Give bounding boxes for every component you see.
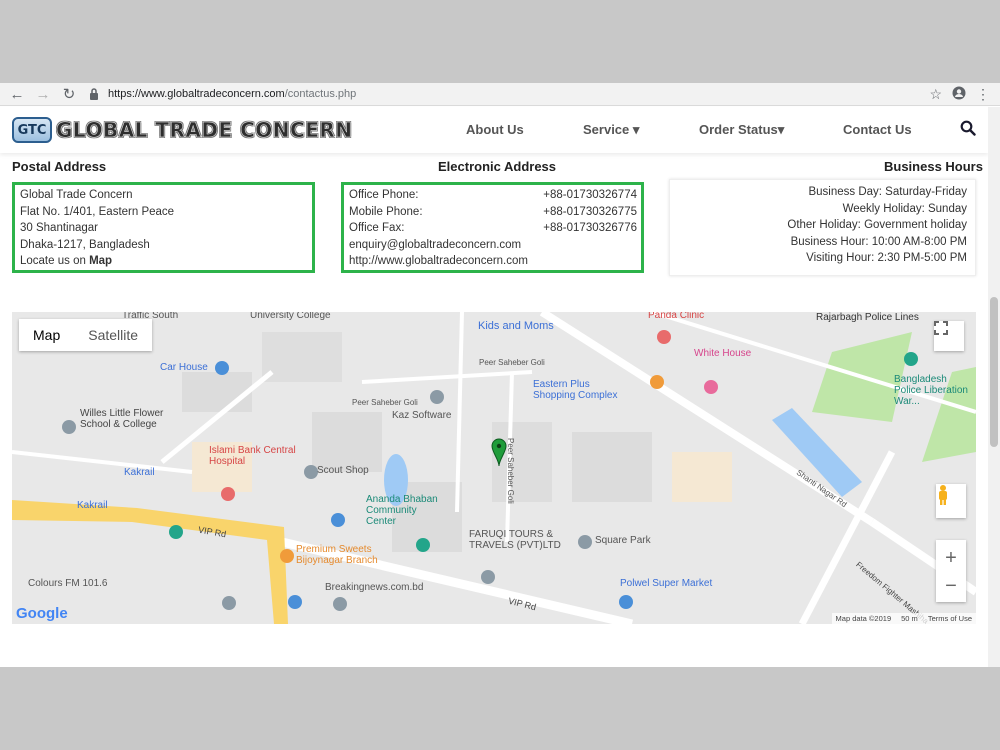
map-scale: 50 m <box>901 614 918 623</box>
site-header: GTC GLOBAL TRADE CONCERN About Us Servic… <box>0 107 988 153</box>
map-label: Kids and Moms <box>478 320 554 332</box>
browser-window: ← → ↻ https://www.globaltradeconcern.com… <box>0 83 1000 667</box>
url-host: https://www.globaltradeconcern.com <box>108 88 285 100</box>
map-footer: Map data ©2019 50 m Terms of Use <box>831 613 976 624</box>
website-link[interactable]: http://www.globaltradeconcern.com <box>349 253 637 270</box>
postal-line: 30 Shantinagar <box>20 222 99 234</box>
map-data-text: Map data ©2019 <box>835 614 892 623</box>
office-phone-row: Office Phone: +88-01730326774 <box>349 187 637 204</box>
map-label: White House <box>694 348 752 359</box>
google-logo: Google <box>16 605 68 622</box>
map-label: Car House <box>160 362 208 373</box>
map-label: Colours FM 101.6 <box>28 578 108 589</box>
map-label: Polwel Super Market <box>620 578 713 589</box>
map-type-satellite-button[interactable]: Satellite <box>74 319 152 351</box>
business-hours-title: Business Hours <box>884 159 983 174</box>
map-label: Peer Saheber Goli <box>479 358 545 367</box>
address-bar: ← → ↻ https://www.globaltradeconcern.com… <box>0 83 1000 106</box>
business-hours-box: Business Day: Saturday-Friday Weekly Hol… <box>669 179 976 276</box>
office-fax-row: Office Fax: +88-01730326776 <box>349 220 637 237</box>
search-icon[interactable] <box>960 120 976 141</box>
back-icon[interactable]: ← <box>4 86 30 103</box>
email-link[interactable]: enquiry@globaltradeconcern.com <box>349 237 637 254</box>
hours-line: Other Holiday: Government holiday <box>787 219 967 231</box>
google-logo-text: Google <box>16 605 68 622</box>
terms-link[interactable]: Terms of Use <box>928 614 972 623</box>
map-label: Premium Sweets Bijoynagar Branch <box>296 544 378 566</box>
map-label: Ananda Bhaban Community Center <box>366 494 438 527</box>
url-field[interactable]: https://www.globaltradeconcern.com/conta… <box>108 88 356 100</box>
map-label: Breakingnews.com.bd <box>325 582 424 593</box>
lock-icon <box>86 86 102 102</box>
mobile-phone-value: +88-01730326775 <box>543 205 637 218</box>
zoom-out-icon[interactable]: − <box>945 573 957 599</box>
postal-line: Flat No. 1/401, Eastern Peace <box>20 205 175 218</box>
map-label: University College <box>250 312 331 321</box>
map-link[interactable]: Map <box>89 255 112 267</box>
map-label: Kakrail <box>124 467 155 478</box>
page-scrollbar[interactable] <box>988 107 1000 667</box>
map-label: Kaz Software <box>392 410 452 421</box>
office-fax-label: Office Fax: <box>349 222 405 234</box>
map-label: Peer Saheber Goli <box>352 398 418 407</box>
site-logo[interactable]: GTC GLOBAL TRADE CONCERN <box>12 117 353 143</box>
mobile-phone-row: Mobile Phone: +88-01730326775 <box>349 204 637 221</box>
menu-dots-icon[interactable]: ⋮ <box>976 86 990 103</box>
office-phone-value: +88-01730326774 <box>543 189 637 201</box>
star-icon[interactable]: ☆ <box>929 86 942 103</box>
zoom-in-icon[interactable]: + <box>945 543 957 573</box>
map-label: FARUQI TOURS & TRAVELS (PVT)LTD <box>469 529 561 551</box>
locate-prefix: Locate us on <box>20 255 86 267</box>
zoom-control: + − <box>936 540 966 602</box>
forward-icon[interactable]: → <box>30 86 56 103</box>
scrollbar-thumb[interactable] <box>990 297 998 447</box>
map-label: Willes Little Flower School & College <box>80 408 164 430</box>
map-label: Panda Clinic <box>648 312 705 321</box>
nav-service[interactable]: Service ▾ <box>583 122 639 138</box>
postal-address-title: Postal Address <box>12 159 107 174</box>
nav-contact-us[interactable]: Contact Us <box>843 122 912 137</box>
hours-line: Visiting Hour: 2:30 PM-5:00 PM <box>806 252 967 264</box>
nav-about-us[interactable]: About Us <box>466 122 524 137</box>
fullscreen-icon[interactable] <box>934 321 964 351</box>
office-phone-label: Office Phone: <box>349 189 419 201</box>
map-type-control: Map Satellite <box>19 319 153 351</box>
pegman-icon[interactable] <box>936 484 966 518</box>
map-label: Peer Saheber Goli <box>506 438 515 504</box>
account-icon[interactable] <box>952 86 966 103</box>
map-label: Bangladesh Police Liberation War... <box>894 374 968 407</box>
nav-order-status[interactable]: Order Status▾ <box>699 122 784 138</box>
logo-text: GLOBAL TRADE CONCERN <box>56 118 353 142</box>
map-type-map-button[interactable]: Map <box>19 319 74 351</box>
map-label: Square Park <box>595 535 651 546</box>
map-label: Scout Shop <box>317 465 369 476</box>
map-label: Eastern Plus Shopping Complex <box>533 379 618 401</box>
google-map[interactable]: Traffic South University College Kids an… <box>12 312 976 624</box>
map-label: Kakrail <box>77 500 108 511</box>
electronic-address-title: Electronic Address <box>438 159 557 174</box>
reload-icon[interactable]: ↻ <box>56 85 82 103</box>
office-fax-value: +88-01730326776 <box>543 222 637 234</box>
logo-badge: GTC <box>12 117 52 143</box>
map-label: Islami Bank Central Hospital <box>209 445 296 467</box>
postal-line: Global Trade Concern <box>20 189 133 201</box>
hours-line: Business Hour: 10:00 AM-8:00 PM <box>790 235 967 248</box>
hours-line: Weekly Holiday: Sunday <box>842 202 967 215</box>
url-path: /contactus.php <box>284 88 357 100</box>
postal-address-box: Global Trade Concern Flat No. 1/401, Eas… <box>12 182 315 273</box>
map-label: Rajarbagh Police Lines <box>816 312 919 323</box>
hours-line: Business Day: Saturday-Friday <box>808 186 967 198</box>
mobile-phone-label: Mobile Phone: <box>349 205 423 218</box>
postal-line: Dhaka-1217, Bangladesh <box>20 238 150 251</box>
electronic-address-box: Office Phone: +88-01730326774 Mobile Phon… <box>341 182 644 273</box>
